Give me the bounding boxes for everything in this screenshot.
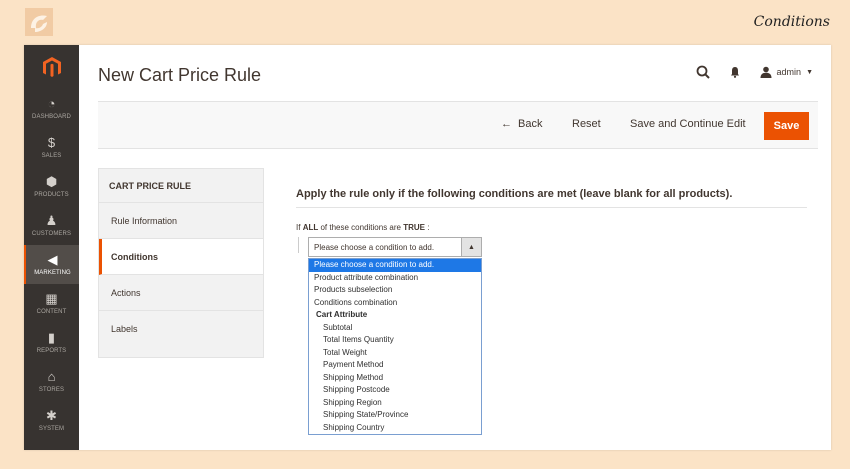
rule-tabs: CART PRICE RULE Rule Information Conditi… xyxy=(98,168,264,358)
reset-button[interactable]: Reset xyxy=(572,118,601,130)
magento-logo[interactable] xyxy=(24,45,79,89)
dropdown-option[interactable]: Payment Method xyxy=(309,359,481,372)
dropdown-option[interactable]: Please choose a condition to add. xyxy=(309,259,481,272)
chevron-up-icon: ▲ xyxy=(461,238,481,256)
dropdown-option[interactable]: Total Weight xyxy=(309,347,481,360)
nav-reports[interactable]: ▮ REPORTS xyxy=(24,323,79,362)
nav-dashboard[interactable]: ◔ DASHBOARD xyxy=(24,89,79,128)
header-actions: admin ▼ xyxy=(696,65,813,79)
nav-system[interactable]: ✱ SYSTEM xyxy=(24,401,79,440)
store-icon: ⌂ xyxy=(47,369,56,384)
dashboard-icon: ◔ xyxy=(47,96,56,111)
dropdown-option[interactable]: Shipping State/Province xyxy=(309,409,481,422)
condition-options-list: Please choose a condition to add. Product… xyxy=(308,258,482,435)
admin-sidebar: ◔ DASHBOARD $ SALES ⬢ PRODUCTS ♟ CUSTOME… xyxy=(24,45,79,450)
tree-indent xyxy=(298,237,299,253)
tab-labels[interactable]: Labels xyxy=(99,311,263,347)
conditions-title: Apply the rule only if the following con… xyxy=(296,188,733,200)
tabs-heading: CART PRICE RULE xyxy=(99,169,263,203)
user-icon xyxy=(760,66,772,78)
tab-conditions[interactable]: Conditions xyxy=(99,239,263,275)
dropdown-option[interactable]: Shipping Country xyxy=(309,422,481,435)
layout-icon: ▦ xyxy=(45,291,58,306)
site-logo xyxy=(25,8,53,36)
bar-chart-icon: ▮ xyxy=(47,330,56,345)
dropdown-option[interactable]: Shipping Region xyxy=(309,397,481,410)
dollar-icon: $ xyxy=(47,135,56,150)
tab-rule-information[interactable]: Rule Information xyxy=(99,203,263,239)
arrow-left-icon: ← xyxy=(501,118,512,130)
chevron-down-icon: ▼ xyxy=(806,68,813,76)
dropdown-option[interactable]: Conditions combination xyxy=(309,297,481,310)
nav-sales[interactable]: $ SALES xyxy=(24,128,79,167)
new-condition-select[interactable]: Please choose a condition to add. ▲ xyxy=(308,237,482,257)
cube-icon: ⬢ xyxy=(45,174,58,189)
divider xyxy=(296,207,807,208)
dropdown-option[interactable]: Product attribute combination xyxy=(309,272,481,285)
dropdown-option[interactable]: Shipping Postcode xyxy=(309,384,481,397)
megaphone-icon: ◀ xyxy=(47,252,58,267)
search-icon[interactable] xyxy=(696,65,710,79)
username: admin xyxy=(776,67,802,77)
person-icon: ♟ xyxy=(45,213,58,228)
nav-products[interactable]: ⬢ PRODUCTS xyxy=(24,167,79,206)
nav-customers[interactable]: ♟ CUSTOMERS xyxy=(24,206,79,245)
nav-marketing[interactable]: ◀ MARKETING xyxy=(24,245,79,284)
page-actions-toolbar: ← Back Reset Save and Continue Edit Save xyxy=(98,101,818,149)
dropdown-option[interactable]: Products subselection xyxy=(309,284,481,297)
nav-content[interactable]: ▦ CONTENT xyxy=(24,284,79,323)
admin-window: ◔ DASHBOARD $ SALES ⬢ PRODUCTS ♟ CUSTOME… xyxy=(24,45,831,450)
save-continue-button[interactable]: Save and Continue Edit xyxy=(630,118,746,130)
condition-aggregator-line: If ALL of these conditions are TRUE : xyxy=(296,223,430,232)
save-button[interactable]: Save xyxy=(764,112,809,140)
nav-stores[interactable]: ⌂ STORES xyxy=(24,362,79,401)
dropdown-option[interactable]: Total Items Quantity xyxy=(309,334,481,347)
page-title: New Cart Price Rule xyxy=(98,65,262,85)
user-menu[interactable]: admin ▼ xyxy=(760,66,813,78)
dropdown-option[interactable]: Shipping Method xyxy=(309,372,481,385)
bell-icon[interactable] xyxy=(730,66,740,78)
page-label: Conditions xyxy=(753,14,830,30)
gear-icon: ✱ xyxy=(46,408,57,423)
tab-actions[interactable]: Actions xyxy=(99,275,263,311)
option-group-label: Cart Attribute xyxy=(316,310,368,319)
main-content: New Cart Price Rule admin ▼ ← Back Reset… xyxy=(79,45,831,450)
back-button[interactable]: ← Back xyxy=(501,118,542,130)
dropdown-option[interactable]: Subtotal xyxy=(309,322,481,335)
value-link[interactable]: TRUE xyxy=(403,223,425,232)
aggregator-link[interactable]: ALL xyxy=(303,223,319,232)
